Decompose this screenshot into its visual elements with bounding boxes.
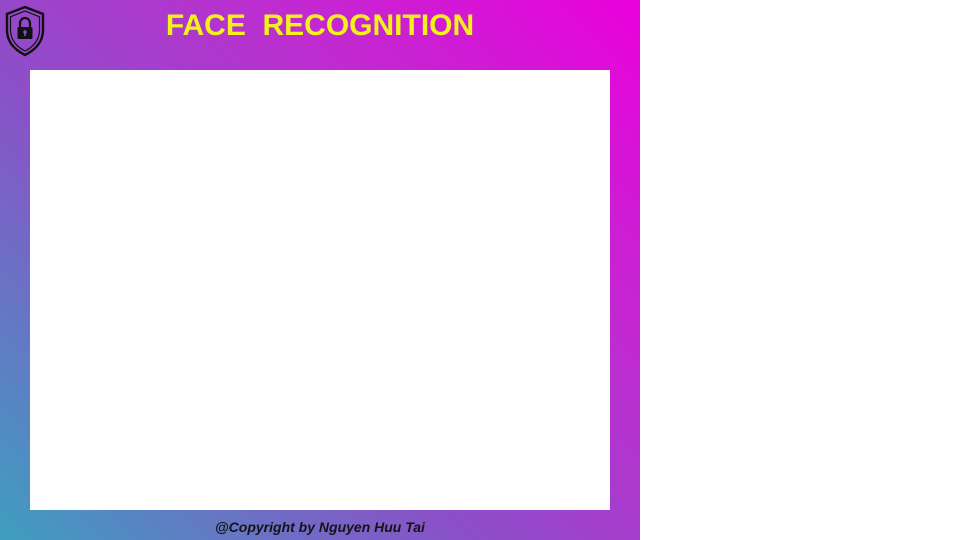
copyright-footer: @Copyright by Nguyen Huu Tai (215, 519, 425, 535)
empty-side-panel (640, 0, 960, 540)
camera-view (30, 70, 610, 510)
app-window: FACE RECOGNITION @Copyright by Nguyen Hu… (0, 0, 640, 540)
page-title: FACE RECOGNITION (165, 9, 475, 42)
